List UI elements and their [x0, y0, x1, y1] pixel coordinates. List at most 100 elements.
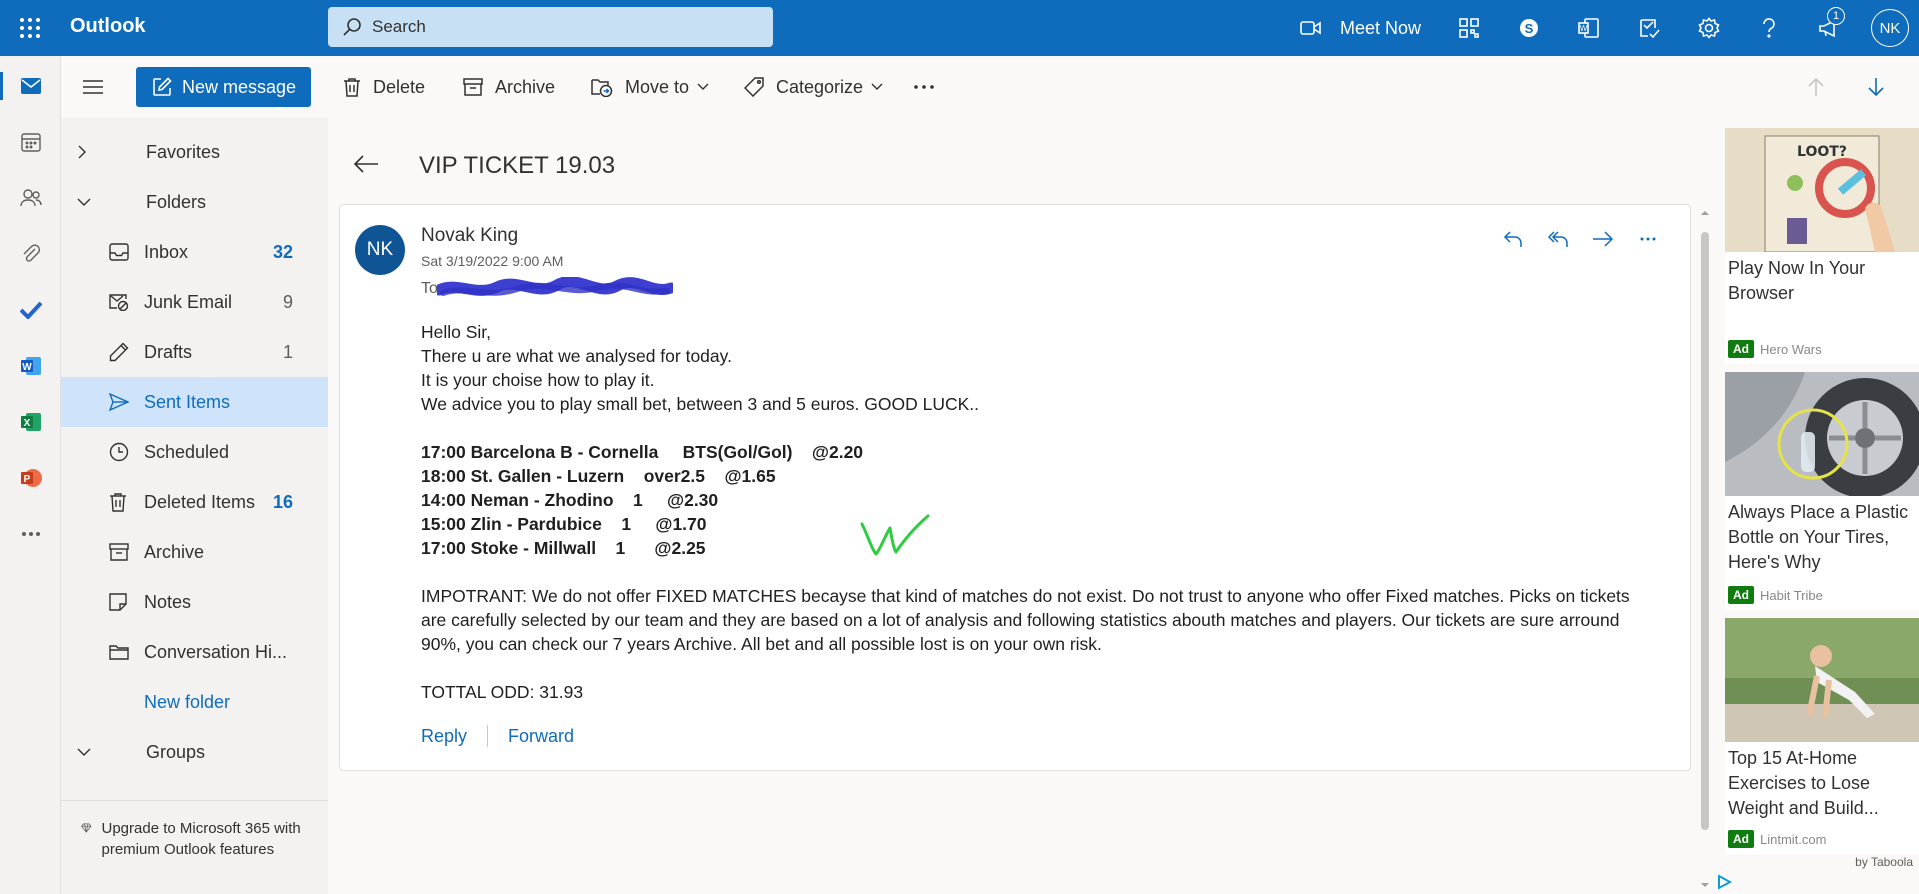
message-body: Hello Sir, There u are what we analysed … [421, 320, 1651, 704]
folder-inbox[interactable]: Inbox 32 [61, 227, 328, 277]
adchoices-icon[interactable] [1716, 874, 1732, 890]
mail-icon[interactable] [0, 62, 61, 110]
meet-now-button[interactable]: Meet Now [1300, 18, 1421, 39]
folder-conversation-history[interactable]: Conversation Hi... [61, 627, 328, 677]
groups-label: Groups [146, 741, 206, 762]
folder-archive[interactable]: Archive [61, 527, 328, 577]
more-actions-button[interactable] [914, 70, 946, 104]
move-to-button[interactable]: Move to [591, 70, 709, 104]
scroll-down-icon[interactable] [1698, 878, 1712, 892]
skype-icon[interactable]: S [1499, 0, 1559, 56]
groups-section[interactable]: Groups [61, 727, 328, 777]
search-input[interactable] [372, 17, 752, 37]
qr-code-icon[interactable] [1439, 0, 1499, 56]
word-icon[interactable]: W [0, 342, 61, 390]
folder-sent-items[interactable]: Sent Items [61, 377, 328, 427]
reply-all-icon[interactable] [1535, 221, 1580, 257]
calendar-icon[interactable] [0, 118, 61, 166]
help-icon[interactable] [1739, 0, 1799, 56]
folders-label: Folders [146, 191, 207, 212]
send-icon [109, 393, 129, 411]
sender-name[interactable]: Novak King [421, 225, 518, 247]
folder-deleted-items[interactable]: Deleted Items 16 [61, 477, 328, 527]
attachment-icon[interactable] [0, 230, 61, 278]
sender-avatar[interactable]: NK [355, 225, 405, 275]
ad-title: Top 15 At-Home Exercises to Lose Weight … [1728, 748, 1879, 818]
folders-section[interactable]: Folders [61, 177, 328, 227]
search-box[interactable] [328, 7, 773, 47]
svg-text:X: X [23, 418, 30, 429]
ad-badge: Ad [1728, 340, 1754, 358]
ad-card[interactable]: LOOT? Play Now In Your Browser Ad Hero Wa… [1725, 128, 1919, 364]
reply-icon[interactable] [1490, 221, 1535, 257]
ad-card[interactable]: Top 15 At-Home Exercises to Lose Weight … [1725, 618, 1919, 854]
upgrade-text: Upgrade to Microsoft 365 with premium Ou… [101, 820, 301, 858]
chevron-right-icon [78, 145, 86, 159]
favorites-section[interactable]: Favorites [61, 127, 328, 177]
more-icon[interactable] [1625, 221, 1670, 257]
folder-junk-email[interactable]: Junk Email 9 [61, 277, 328, 327]
svg-text:W: W [22, 362, 32, 373]
archive-label: Archive [495, 76, 556, 97]
previous-item-icon[interactable] [1801, 72, 1831, 102]
message-actions [1490, 221, 1670, 257]
archive-button[interactable]: Archive [463, 70, 555, 104]
archive-icon [109, 543, 129, 561]
hamburger-menu-icon[interactable] [78, 72, 108, 102]
signature-scribble [860, 514, 930, 556]
scroll-up-icon[interactable] [1698, 206, 1712, 220]
people-icon[interactable] [0, 174, 61, 222]
taboola-credit[interactable]: by Taboola [1855, 855, 1913, 869]
delete-button[interactable]: Delete [343, 70, 425, 104]
svg-text:LOOT?: LOOT? [1797, 144, 1847, 160]
clock-icon [109, 442, 129, 462]
app-title[interactable]: Outlook [70, 15, 146, 38]
categorize-label: Categorize [776, 76, 864, 97]
ad-title: Play Now In Your Browser [1728, 258, 1866, 303]
ad-column: LOOT? Play Now In Your Browser Ad Hero Wa… [1722, 118, 1919, 894]
favorites-label: Favorites [146, 141, 221, 162]
excel-icon[interactable]: X [0, 398, 61, 446]
reply-link[interactable]: Reply [421, 726, 467, 747]
ad-badge: Ad [1728, 830, 1754, 848]
diamond-icon [81, 823, 92, 833]
folder-label: Conversation Hi... [144, 641, 288, 662]
pick-line: 14:00 Neman - Zhodino 1 @2.30 [421, 490, 719, 510]
item-count: 1 [282, 341, 293, 362]
powerpoint-icon[interactable]: P [0, 454, 61, 502]
upgrade-link[interactable]: Upgrade to Microsoft 365 with premium Ou… [81, 818, 321, 860]
svg-text:S: S [1525, 21, 1534, 36]
folder-notes[interactable]: Notes [61, 577, 328, 627]
unread-count: 32 [272, 241, 293, 262]
office-icon[interactable]: W [1559, 0, 1619, 56]
ad-source: Hero Wars [1760, 341, 1822, 357]
categorize-button[interactable]: Categorize [744, 70, 883, 104]
todo-check-icon[interactable] [0, 286, 61, 334]
forward-icon[interactable] [1580, 221, 1625, 257]
more-apps-icon[interactable] [0, 510, 61, 558]
account-avatar[interactable]: NK [1871, 9, 1909, 47]
pick-line: 18:00 St. Gallen - Luzern over2.5 @1.65 [421, 466, 776, 486]
new-folder-link[interactable]: New folder [61, 677, 328, 727]
folder-label: Notes [144, 591, 192, 612]
meet-now-label: Meet Now [1339, 17, 1421, 38]
message-card: NK Novak King Sat 3/19/2022 9:00 AM To: [339, 204, 1691, 771]
folder-label: Scheduled [144, 441, 230, 462]
announcements-icon[interactable]: 1 [1799, 0, 1859, 56]
junk-icon [109, 294, 129, 311]
todo-icon[interactable] [1619, 0, 1679, 56]
app-launcher-icon[interactable] [12, 12, 48, 44]
ad-card[interactable]: Always Place a Plastic Bottle on Your Ti… [1725, 372, 1919, 610]
notification-badge: 1 [1827, 7, 1845, 25]
folder-scheduled[interactable]: Scheduled [61, 427, 328, 477]
trash-icon [110, 493, 126, 512]
settings-gear-icon[interactable] [1679, 0, 1739, 56]
new-message-button[interactable]: New message [136, 67, 311, 107]
back-arrow-icon[interactable] [350, 148, 382, 180]
forward-link[interactable]: Forward [508, 726, 574, 747]
scrollbar-thumb[interactable] [1701, 232, 1709, 830]
folder-drafts[interactable]: Drafts 1 [61, 327, 328, 377]
reply-links: Reply Forward [421, 725, 574, 747]
next-item-icon[interactable] [1861, 72, 1891, 102]
delete-label: Delete [373, 76, 426, 97]
